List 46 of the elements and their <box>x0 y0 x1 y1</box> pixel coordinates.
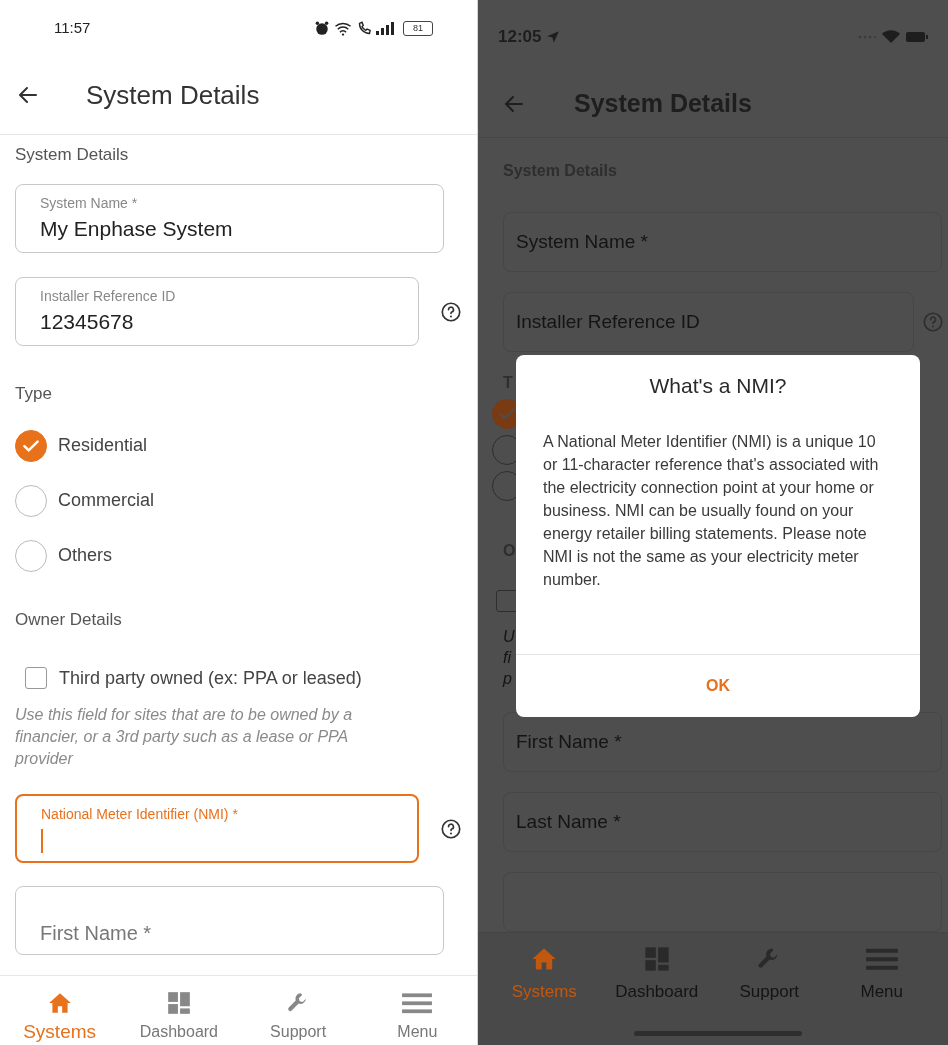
nav-tab[interactable]: Dashboard <box>119 990 239 1044</box>
alarm-icon <box>315 20 329 36</box>
checkbox-label: Third party owned (ex: PPA or leased) <box>59 666 362 690</box>
helper-text: financier, or a 3rd party such as a lease or PPA <box>15 727 349 747</box>
checkbox[interactable] <box>25 667 47 689</box>
helper-text: fi <box>503 648 511 668</box>
section-heading: System Details <box>15 144 129 167</box>
text-cursor <box>41 828 43 853</box>
screen-title: System Details <box>86 78 260 112</box>
battery-level: 81 <box>403 20 433 36</box>
text-field[interactable]: Installer Reference ID <box>503 292 914 353</box>
location-icon <box>546 30 561 44</box>
help-icon[interactable] <box>440 817 462 840</box>
wifi-icon <box>882 30 900 44</box>
helper-text: U <box>503 627 515 647</box>
check-icon <box>23 439 39 452</box>
helper-text: p <box>503 669 512 689</box>
radio-label: Residential <box>58 434 148 457</box>
text-field[interactable]: System Name * My Enphase System <box>15 184 444 253</box>
wifi-icon <box>334 20 352 36</box>
helper-text: provider <box>15 749 73 769</box>
radio-label: Commercial <box>58 489 154 512</box>
battery-icon <box>906 31 928 43</box>
radio-button[interactable] <box>15 429 47 462</box>
text-field[interactable]: Last Name * <box>503 792 942 852</box>
helper-text: Use this field for sites that are to be owned by a <box>15 705 353 725</box>
call-icon <box>357 20 372 36</box>
radio-label: Others <box>58 544 113 567</box>
dialog-title: What's a NMI? <box>648 373 788 399</box>
text-field[interactable]: System Name * <box>503 212 942 273</box>
text-field[interactable]: First Name * <box>15 886 444 955</box>
text-field[interactable]: National Meter Identifier (NMI) * <box>15 794 419 863</box>
menu-icon <box>401 990 434 1016</box>
nav-tab[interactable]: Support <box>238 990 358 1044</box>
help-icon[interactable] <box>440 300 462 323</box>
dashboard-icon <box>165 990 192 1016</box>
check-icon <box>499 408 515 421</box>
nav-tab[interactable]: Systems <box>488 945 601 1005</box>
nav-tab[interactable]: Menu <box>357 990 477 1044</box>
nav-tab[interactable]: Systems <box>0 990 120 1044</box>
dashboard-icon <box>642 945 671 973</box>
section-heading: Type <box>15 383 52 406</box>
dialog-message: A National Meter Identifier (NMI) is a unique 10 or 11-character reference that's associated with the electricity connection point at your home or business. NMI can be usually found on your energy retailer billing statements. Please note NMI is not the same as your electricity meter number. <box>542 431 880 590</box>
section-heading: Owner Details <box>15 609 122 632</box>
text-field[interactable]: Installer Reference ID 12345678 <box>15 277 419 346</box>
status-time: 11:57 <box>54 17 91 38</box>
